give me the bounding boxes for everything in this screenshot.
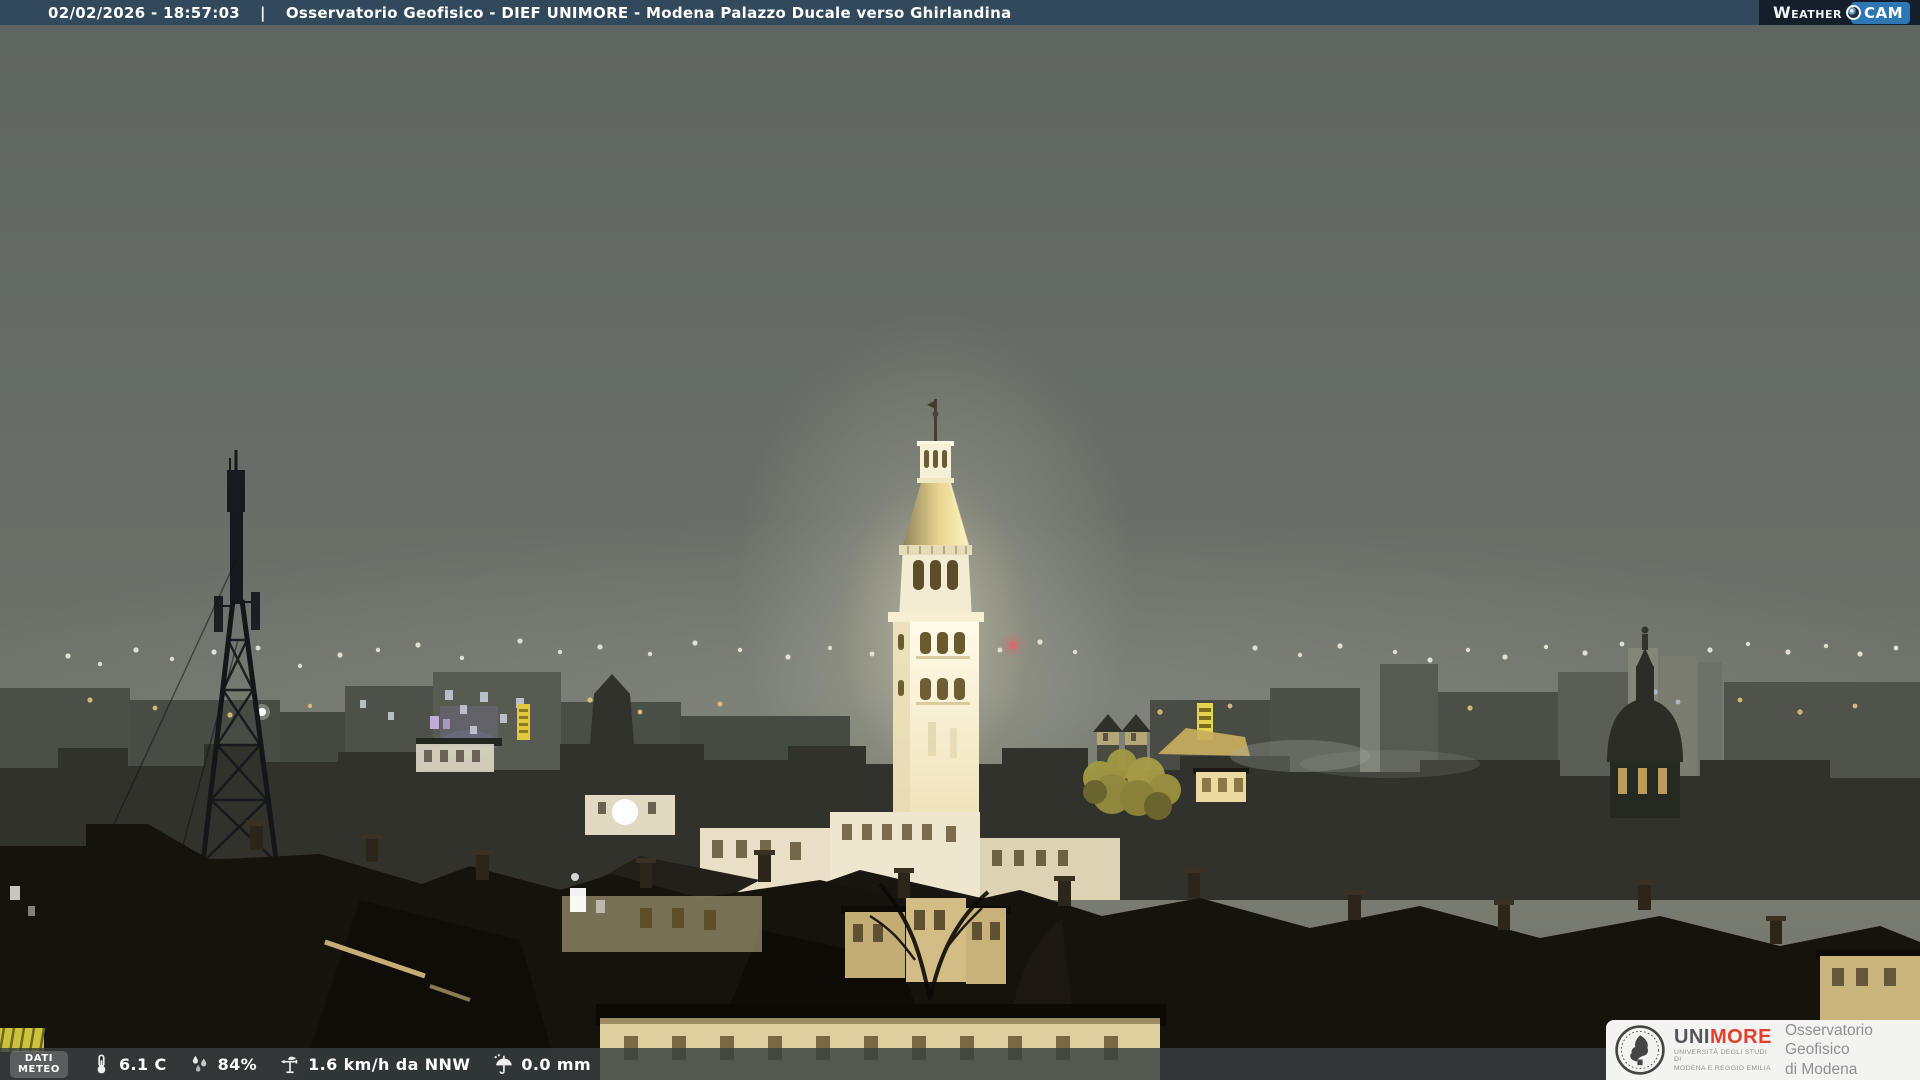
temperature-value: 6.1 C (119, 1055, 167, 1074)
page-title: Osservatorio Geofisico - DIEF UNIMORE - … (286, 4, 1012, 22)
weathercam-weather-text: Weather (1773, 3, 1842, 22)
precipitation-metric: 0.0 mm (492, 1053, 591, 1075)
umbrella-icon (492, 1053, 514, 1075)
humidity-drops-icon (189, 1053, 211, 1075)
humidity-value: 84% (218, 1055, 258, 1074)
weathercam-logo[interactable]: Weather CAM (1759, 0, 1920, 25)
header-bar: 02/02/2026 - 18:57:03 | Osservatorio Geo… (0, 0, 1920, 25)
observatory-line2: di Modena (1785, 1060, 1920, 1079)
dati-meteo-chip: DATI METEO (10, 1051, 68, 1078)
camera-lens-icon (1846, 5, 1861, 20)
unimore-uni-text: UNI (1674, 1026, 1710, 1048)
humidity-metric: 84% (189, 1053, 258, 1075)
precipitation-value: 0.0 mm (521, 1055, 591, 1074)
webcam-frame: 02/02/2026 - 18:57:03 | Osservatorio Geo… (0, 0, 1920, 1080)
university-subtitle-line2: MODENA E REGGIO EMILIA (1674, 1066, 1772, 1073)
university-subtitle-line1: UNIVERSITÀ DEGLI STUDI DI (1674, 1050, 1772, 1064)
unimore-more-text: MORE (1710, 1026, 1772, 1048)
wind-value: 1.6 km/h da NNW (308, 1055, 470, 1074)
unimore-branding[interactable]: UNIMORE UNIVERSITÀ DEGLI STUDI DI MODENA… (1606, 1020, 1920, 1080)
wind-vane-icon (279, 1053, 301, 1075)
dati-label: DATI (18, 1053, 60, 1065)
separator: | (260, 4, 266, 22)
observatory-name: Osservatorio Geofisico di Modena (1785, 1021, 1920, 1079)
wind-metric: 1.6 km/h da NNW (279, 1053, 470, 1075)
temperature-metric: 6.1 C (90, 1053, 167, 1075)
unimore-seal-icon (1614, 1024, 1666, 1076)
meteo-label: METEO (18, 1064, 60, 1076)
thermometer-icon (90, 1053, 112, 1075)
city-night-scene (0, 0, 1920, 1080)
unimore-wordmark: UNIMORE (1674, 1027, 1772, 1047)
observatory-line1: Osservatorio Geofisico (1785, 1021, 1920, 1060)
timestamp: 02/02/2026 - 18:57:03 (48, 4, 240, 22)
